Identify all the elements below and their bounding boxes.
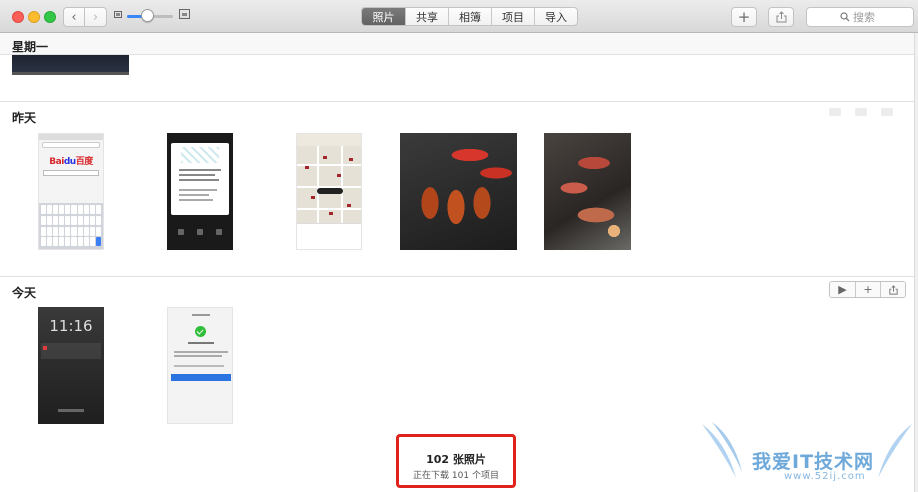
plus-icon: + bbox=[863, 283, 873, 296]
chevron-right-icon: › bbox=[92, 9, 99, 25]
photo-thumbnail-baidu[interactable]: Baidu百度 bbox=[38, 133, 104, 250]
chevron-left-icon: ‹ bbox=[71, 9, 77, 25]
section-add-button[interactable]: + bbox=[855, 282, 880, 297]
section-header-monday: 星期一 bbox=[0, 33, 918, 55]
close-window-button[interactable] bbox=[12, 11, 24, 23]
section-title-monday: 星期一 bbox=[12, 40, 49, 54]
map-graphic bbox=[297, 146, 361, 224]
section-actions-today: ▶ + bbox=[829, 281, 906, 298]
download-status-box: 102 张照片 正在下载 101 个项目 bbox=[396, 434, 516, 488]
section-title-yesterday: 昨天 bbox=[12, 111, 37, 125]
dialog-footer bbox=[171, 229, 229, 239]
share-icon bbox=[776, 11, 786, 23]
view-tabs: 照片 共享 相簿 项目 导入 bbox=[361, 7, 578, 26]
search-icon bbox=[840, 12, 850, 22]
map-pickup-pill bbox=[317, 188, 343, 194]
section-divider bbox=[0, 276, 918, 277]
forward-button[interactable]: › bbox=[85, 7, 107, 27]
tab-photos[interactable]: 照片 bbox=[362, 8, 405, 25]
watermark-url: www.52ij.com bbox=[784, 471, 866, 482]
lockscreen-time: 11:16 bbox=[49, 317, 93, 335]
dialog-card bbox=[171, 143, 229, 215]
photo-thumbnail-map[interactable] bbox=[296, 133, 362, 250]
search-box-graphic bbox=[43, 170, 99, 176]
search-field[interactable]: 搜索 bbox=[806, 7, 914, 27]
section-share-button[interactable] bbox=[880, 282, 905, 297]
section-title-today: 今天 bbox=[12, 286, 37, 300]
watermark: 我爱IT技术网 www.52ij.com bbox=[700, 420, 914, 488]
add-button[interactable]: + bbox=[731, 7, 757, 27]
large-thumbnail-icon bbox=[179, 9, 190, 19]
play-icon: ▶ bbox=[838, 283, 847, 296]
download-progress-text: 正在下载 101 个项目 bbox=[413, 471, 499, 481]
minimize-window-button[interactable] bbox=[28, 11, 40, 23]
zoom-slider-knob[interactable] bbox=[141, 9, 155, 22]
watermark-text: 我爱IT技术网 bbox=[752, 451, 875, 473]
status-bar bbox=[39, 134, 103, 140]
lockscreen-unlock-bar bbox=[58, 409, 84, 412]
search-placeholder: 搜索 bbox=[853, 11, 875, 24]
toolbar: ‹ › 照片 共享 相簿 项目 导入 + 搜索 bbox=[0, 0, 918, 33]
share-button[interactable] bbox=[768, 7, 794, 27]
photo-thumbnail-bbq-meat[interactable] bbox=[544, 133, 631, 250]
payment-button-graphic bbox=[171, 374, 231, 381]
small-thumbnail-icon bbox=[114, 11, 122, 18]
photo-count: 102 张照片 bbox=[426, 453, 486, 466]
tab-albums[interactable]: 相簿 bbox=[448, 8, 491, 25]
share-icon bbox=[888, 284, 898, 295]
tab-import[interactable]: 导入 bbox=[534, 8, 577, 25]
checkmark-icon bbox=[195, 326, 206, 337]
play-icon bbox=[829, 108, 841, 116]
slideshow-button[interactable]: ▶ bbox=[830, 282, 855, 297]
url-bar bbox=[42, 142, 100, 148]
photo-thumbnail-dialog[interactable] bbox=[167, 133, 233, 250]
share-icon bbox=[881, 108, 893, 116]
photo-thumbnail-payment[interactable] bbox=[167, 307, 233, 424]
tab-shared[interactable]: 共享 bbox=[405, 8, 448, 25]
keyboard-graphic bbox=[39, 203, 103, 249]
section-divider bbox=[0, 101, 918, 102]
tab-projects[interactable]: 项目 bbox=[491, 8, 534, 25]
lockscreen-notification bbox=[41, 343, 101, 359]
photo-thumbnail-monday[interactable] bbox=[12, 55, 129, 75]
photo-thumbnail-lockscreen[interactable]: 11:16 bbox=[38, 307, 104, 424]
scrollbar[interactable] bbox=[914, 33, 918, 492]
fullscreen-window-button[interactable] bbox=[44, 11, 56, 23]
back-button[interactable]: ‹ bbox=[63, 7, 85, 27]
plus-icon bbox=[855, 108, 867, 116]
baidu-logo: Baidu百度 bbox=[49, 157, 93, 167]
photo-thumbnail-grilled-chicken[interactable] bbox=[400, 133, 517, 250]
section-actions-yesterday bbox=[829, 108, 893, 116]
map-bottom-panel bbox=[297, 223, 361, 249]
